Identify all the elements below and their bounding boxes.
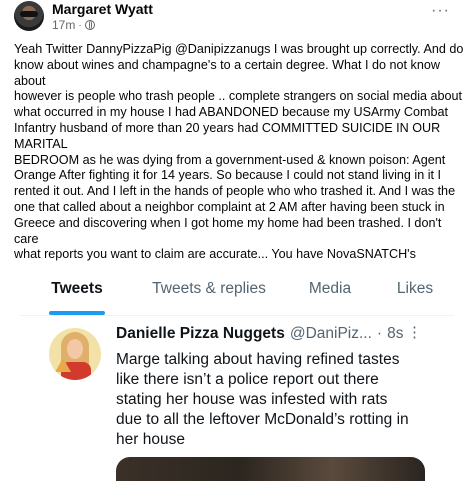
tweet-separator: · [376, 325, 383, 342]
tab-tweets[interactable]: Tweets [20, 263, 134, 315]
tweet-header: Danielle Pizza Nuggets @DaniPiz... · 8s [116, 325, 403, 343]
post-meta: 17m · [52, 18, 95, 32]
tweet-text: Marge talking about having refined taste… [116, 351, 409, 448]
tweet-time[interactable]: 8s [387, 325, 403, 343]
post-time[interactable]: 17m [52, 18, 75, 32]
globe-icon [84, 20, 95, 30]
tab-likes[interactable]: Likes [376, 263, 454, 315]
tweet-avatar[interactable] [49, 328, 101, 380]
tweet-display-name[interactable]: Danielle Pizza Nuggets [116, 325, 285, 343]
meta-separator: · [78, 19, 82, 31]
tweet-handle[interactable]: @DaniPiz... [290, 325, 372, 343]
tab-tweets-replies[interactable]: Tweets & replies [134, 263, 284, 315]
profile-tabs: Tweets Tweets & replies Media Likes [20, 263, 454, 316]
facebook-post: Margaret Wyatt 17m · ··· Yeah Twitter Da… [0, 0, 474, 340]
tweet-media-image[interactable] [116, 457, 425, 481]
twitter-screenshot: Tweets Tweets & replies Media Likes Dani… [0, 263, 474, 481]
author-name[interactable]: Margaret Wyatt [52, 1, 153, 17]
tweet-more-icon[interactable]: ⋮ [407, 325, 422, 340]
more-options-icon[interactable]: ··· [431, 2, 450, 20]
author-avatar[interactable] [14, 1, 44, 31]
tab-media[interactable]: Media [284, 263, 376, 315]
